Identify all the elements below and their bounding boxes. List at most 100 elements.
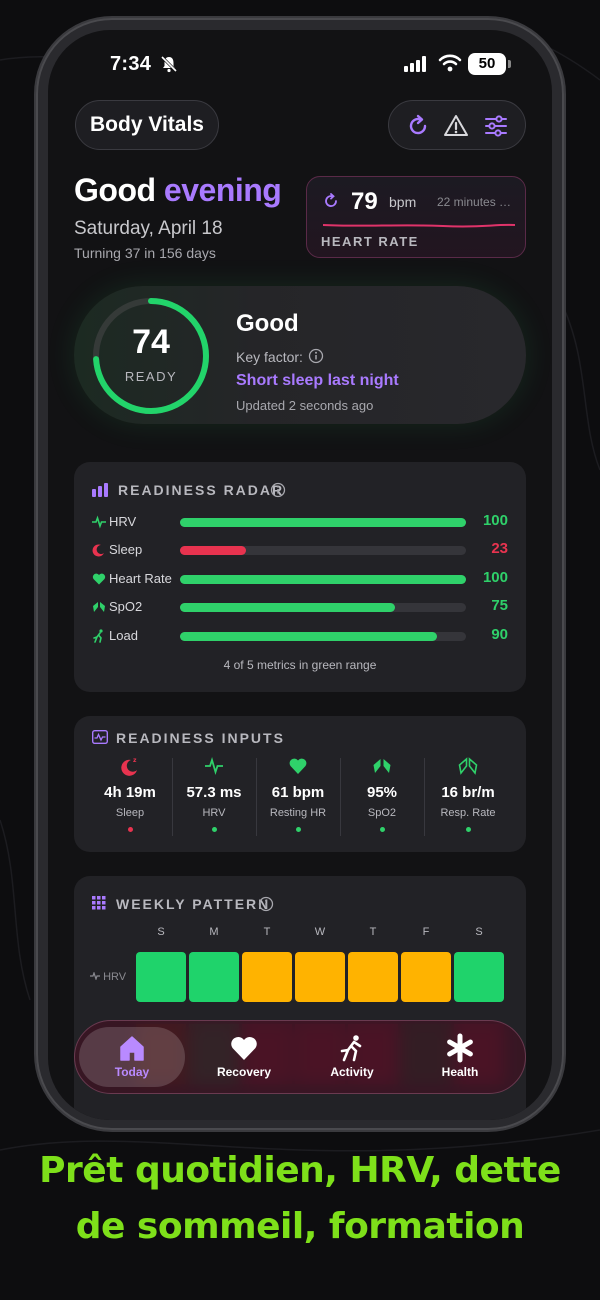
row-label-text: HRV	[103, 971, 127, 983]
bar-chart-icon	[92, 483, 108, 497]
readiness-radar-card: READINESS RADAR HRV 100 Sleep 23 Heart R…	[74, 462, 526, 692]
heart-rate-card[interactable]: 79 bpm 22 minutes ago HEART RATE	[306, 176, 526, 258]
status-dot	[127, 827, 133, 832]
day-label: T	[369, 926, 377, 938]
heatmap-cell[interactable]	[348, 952, 398, 1002]
app-title[interactable]: Body Vitals	[75, 100, 219, 150]
tab-label: Recovery	[216, 1065, 272, 1079]
heatmap-cell[interactable]	[189, 952, 239, 1002]
info-icon[interactable]	[308, 348, 324, 364]
readiness-card[interactable]: 74 READY Good Key factor: Short sleep la…	[74, 286, 526, 424]
status-time: 7:34	[110, 53, 152, 75]
radar-value: 23	[491, 540, 508, 557]
radar-fill	[180, 603, 395, 612]
heatmap-cell[interactable]	[454, 952, 504, 1002]
radar-track	[180, 575, 466, 584]
day-label: S	[157, 926, 165, 938]
status-dot	[295, 827, 301, 832]
info-icon[interactable]	[258, 896, 274, 912]
running-icon	[340, 1035, 362, 1062]
tab-today[interactable]: Today	[79, 1027, 185, 1087]
radar-fill	[180, 632, 438, 641]
app-screen: 7:34 50 Body Vitals Good evening Saturda…	[48, 30, 552, 1120]
radar-row-sleep: Sleep 23	[92, 540, 508, 560]
heatmap-cell[interactable]	[242, 952, 292, 1002]
radar-track	[180, 632, 466, 641]
input-sleep[interactable]: z 4h 19m Sleep	[88, 756, 172, 832]
refresh-icon[interactable]	[405, 113, 431, 139]
heart-icon	[231, 1036, 257, 1060]
input-label: Resting HR	[269, 807, 327, 819]
key-factor-value: Short sleep last night	[236, 372, 399, 389]
svg-text:z: z	[133, 757, 137, 764]
input-label: SpO2	[367, 807, 397, 819]
readiness-score: 74	[132, 323, 170, 361]
radar-label: SpO2	[109, 599, 143, 614]
waveform-icon	[92, 730, 108, 744]
lungs-outline-icon	[458, 757, 478, 775]
input-resting-hr[interactable]: 61 bpm Resting HR	[256, 756, 340, 832]
divider	[424, 758, 425, 836]
heart-rate-unit: bpm	[389, 194, 417, 210]
input-hrv[interactable]: 57.3 ms HRV	[172, 756, 256, 832]
status-dot	[379, 827, 385, 832]
moon-zzz-icon: z	[121, 757, 137, 776]
caption-line-1: Prêt quotidien, HRV, dette	[39, 1150, 561, 1191]
radar-fill	[180, 518, 466, 527]
readiness-score-label: READY	[124, 369, 178, 384]
asterisk-icon	[447, 1033, 473, 1063]
input-value: 16 br/m	[441, 784, 495, 801]
radar-fill	[180, 575, 466, 584]
input-label: Sleep	[115, 807, 145, 819]
tab-recovery[interactable]: Recovery	[191, 1027, 297, 1087]
tab-label: Health	[441, 1065, 479, 1079]
info-icon[interactable]	[270, 482, 286, 498]
status-dot	[465, 827, 471, 832]
pulse-icon	[90, 971, 100, 981]
heart-icon	[92, 573, 106, 585]
day-label: W	[314, 926, 326, 938]
heatmap-cell[interactable]	[401, 952, 451, 1002]
tab-bar: Today Recovery Activity Health	[74, 1020, 526, 1094]
heart-rate-value: 79	[351, 188, 378, 215]
radar-row-load: Load 90	[92, 626, 508, 646]
input-spo2[interactable]: 95% SpO2	[340, 756, 424, 832]
heart-rate-time-ago: 22 minutes ago	[437, 195, 515, 209]
radar-value: 90	[491, 626, 508, 643]
radar-row-hrv: HRV 100	[92, 512, 508, 532]
tab-activity[interactable]: Activity	[299, 1027, 405, 1087]
input-resp-rate[interactable]: 16 br/m Resp. Rate	[426, 756, 510, 832]
input-label: HRV	[202, 807, 226, 819]
radar-summary: 4 of 5 metrics in green range	[223, 658, 377, 672]
pulse-icon	[92, 515, 106, 529]
header-actions	[388, 100, 526, 150]
tab-health[interactable]: Health	[407, 1027, 513, 1087]
heatmap-cell[interactable]	[136, 952, 186, 1002]
sliders-icon[interactable]	[483, 113, 509, 139]
heart-rate-sparkline	[323, 223, 515, 228]
day-label: S	[475, 926, 483, 938]
input-value: 95%	[366, 784, 398, 801]
key-factor-label: Key factor:	[236, 349, 303, 365]
radar-label: Load	[109, 628, 138, 643]
moon-icon	[92, 544, 104, 557]
refresh-small-icon	[325, 193, 337, 207]
status-dot	[211, 827, 217, 832]
input-value: 61 bpm	[271, 784, 325, 801]
readiness-updated: Updated 2 seconds ago	[236, 398, 374, 413]
radar-row-heart-rate: Heart Rate 100	[92, 569, 508, 589]
heart-icon	[289, 758, 307, 774]
input-value: 4h 19m	[104, 784, 156, 801]
radar-track	[180, 603, 466, 612]
signal-icon	[404, 56, 426, 72]
radar-value: 100	[482, 512, 508, 529]
warning-icon[interactable]	[443, 113, 469, 139]
greeting-accent: evening	[163, 172, 282, 208]
heatmap-cell[interactable]	[295, 952, 345, 1002]
greeting-prefix: Good	[74, 172, 164, 208]
radar-label: HRV	[109, 514, 137, 529]
radar-title: READINESS RADAR	[118, 482, 285, 498]
status-bar: 7:34 50	[48, 50, 552, 80]
lungs-icon	[93, 602, 105, 612]
radar-value: 75	[491, 597, 508, 614]
